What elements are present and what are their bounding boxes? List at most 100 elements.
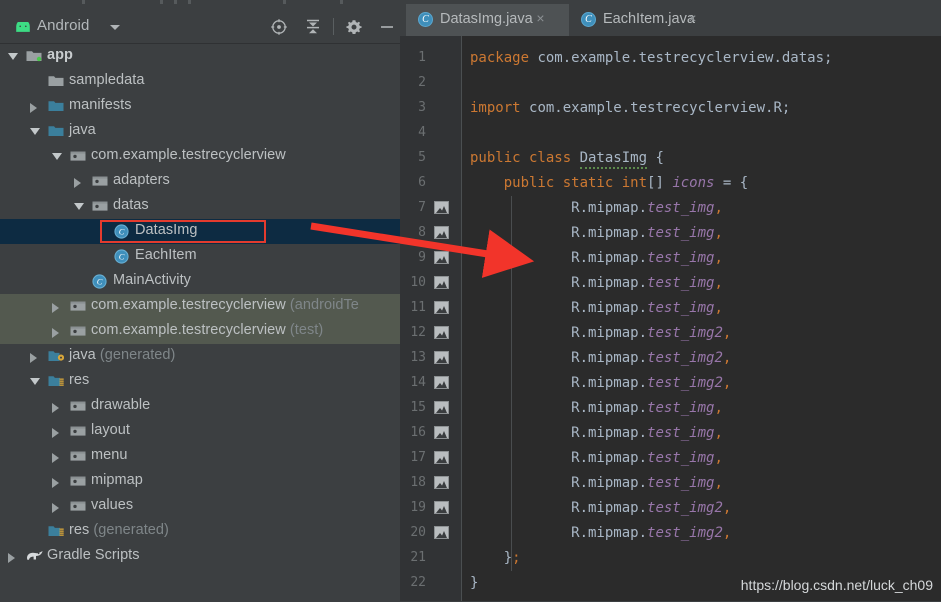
line-number: 4 — [418, 125, 426, 140]
tree-row-com-example-testrecyclerview[interactable]: com.example.testrecyclerview (androidTe — [0, 294, 400, 319]
chevron-right-icon[interactable] — [52, 503, 59, 513]
image-preview-gutter-icon[interactable] — [434, 301, 449, 314]
tree-row-eachitem[interactable]: C EachItem — [0, 244, 400, 269]
minimize-icon[interactable] — [378, 18, 396, 36]
android-studio-window: Android app sampledata manifests java co… — [0, 0, 941, 601]
line-number: 19 — [410, 500, 426, 515]
image-preview-gutter-icon[interactable] — [434, 501, 449, 514]
image-preview-gutter-icon[interactable] — [434, 326, 449, 339]
image-preview-gutter-icon[interactable] — [434, 476, 449, 489]
tree-row-com-example-testrecyclerview[interactable]: com.example.testrecyclerview (test) — [0, 319, 400, 344]
image-preview-gutter-icon[interactable] — [434, 251, 449, 264]
tree-row-datas[interactable]: datas — [0, 194, 400, 219]
editor-tab-datasimg-java[interactable]: C DatasImg.java × — [406, 4, 569, 36]
tree-row-layout[interactable]: layout — [0, 419, 400, 444]
code-line: import com.example.testrecyclerview.R; — [470, 100, 791, 116]
chevron-right-icon[interactable] — [52, 303, 59, 313]
tree-row-sampledata[interactable]: sampledata — [0, 69, 400, 94]
line-number: 1 — [418, 50, 426, 65]
tree-row-app[interactable]: app — [0, 44, 400, 69]
close-icon[interactable]: × — [534, 11, 547, 25]
project-tree[interactable]: app sampledata manifests java com.example.te… — [0, 44, 400, 602]
collapse-all-icon[interactable] — [304, 18, 322, 36]
chevron-right-icon[interactable] — [52, 478, 59, 488]
folder-blue-icon — [48, 99, 64, 117]
tree-row-mipmap[interactable]: mipmap — [0, 469, 400, 494]
folder-module-icon — [26, 49, 42, 67]
tree-row-label: drawable — [91, 397, 151, 413]
tree-row-menu[interactable]: menu — [0, 444, 400, 469]
image-preview-gutter-icon[interactable] — [434, 401, 449, 414]
tree-row-gradle-scripts[interactable]: Gradle Scripts — [0, 544, 400, 569]
tree-row-adapters[interactable]: adapters — [0, 169, 400, 194]
chevron-right-icon[interactable] — [8, 553, 15, 563]
line-number: 9 — [418, 250, 426, 265]
editor-tab-label: DatasImg.java — [440, 11, 533, 27]
tree-row-mainactivity[interactable]: C MainActivity — [0, 269, 400, 294]
package-icon — [70, 499, 86, 517]
code-line: R.mipmap.test_img, — [470, 475, 723, 491]
image-preview-gutter-icon[interactable] — [434, 201, 449, 214]
code-line: R.mipmap.test_img2, — [470, 500, 732, 516]
code-line: R.mipmap.test_img2, — [470, 375, 732, 391]
image-preview-gutter-icon[interactable] — [434, 226, 449, 239]
tree-row-datasimg[interactable]: C DatasImg — [0, 219, 400, 244]
image-preview-gutter-icon[interactable] — [434, 351, 449, 364]
tree-row-manifests[interactable]: manifests — [0, 94, 400, 119]
code-line: R.mipmap.test_img2, — [470, 525, 732, 541]
java-class-icon: C — [114, 224, 129, 244]
tree-row-label: res (generated) — [69, 522, 169, 538]
tree-row-label: EachItem — [135, 247, 197, 263]
svg-text:C: C — [119, 227, 125, 237]
chevron-right-icon[interactable] — [30, 103, 37, 113]
tree-row-values[interactable]: values — [0, 494, 400, 519]
tree-row-java[interactable]: java (generated) — [0, 344, 400, 369]
chevron-right-icon[interactable] — [52, 328, 59, 338]
line-number: 7 — [418, 200, 426, 215]
svg-text:C: C — [119, 252, 125, 262]
chevron-right-icon[interactable] — [74, 178, 81, 188]
settings-gear-icon[interactable] — [345, 18, 363, 36]
editor-tab-eachitem-java[interactable]: C EachItem.java × — [569, 4, 721, 36]
chevron-right-icon[interactable] — [30, 353, 37, 363]
chevron-down-icon[interactable] — [52, 153, 62, 160]
code-line: } — [470, 575, 479, 591]
chevron-down-icon[interactable] — [30, 378, 40, 385]
gradle-icon — [26, 549, 44, 567]
image-preview-gutter-icon[interactable] — [434, 376, 449, 389]
tree-row-com-example-testrecyclerview[interactable]: com.example.testrecyclerview — [0, 144, 400, 169]
tree-row-res[interactable]: res (generated) — [0, 519, 400, 544]
tree-row-label: app — [47, 47, 73, 63]
chevron-down-icon[interactable] — [8, 53, 18, 60]
editor-area: C DatasImg.java × C EachItem.java × 123456789… — [400, 0, 941, 601]
chevron-down-icon[interactable] — [74, 203, 84, 210]
folder-res-icon — [48, 524, 64, 542]
chevron-right-icon[interactable] — [52, 453, 59, 463]
chevron-down-icon[interactable] — [30, 128, 40, 135]
line-number: 10 — [410, 275, 426, 290]
code-editor[interactable]: 1 2 3 4 5 6 7 8 9 10 11 12 13 14 15 16 17 18 19 20 21 22 pack… — [400, 36, 941, 601]
image-preview-gutter-icon[interactable] — [434, 426, 449, 439]
chevron-down-icon[interactable] — [110, 25, 120, 30]
image-preview-gutter-icon[interactable] — [434, 451, 449, 464]
chevron-right-icon[interactable] — [52, 428, 59, 438]
code-line: R.mipmap.test_img, — [470, 425, 723, 441]
tree-row-label: com.example.testrecyclerview — [91, 147, 286, 163]
package-icon — [70, 324, 86, 342]
code-line: public class DatasImg { — [470, 146, 664, 171]
package-icon — [70, 424, 86, 442]
tree-row-drawable[interactable]: drawable — [0, 394, 400, 419]
chevron-right-icon[interactable] — [52, 403, 59, 413]
package-icon — [70, 399, 86, 417]
tree-row-res[interactable]: res — [0, 369, 400, 394]
image-preview-gutter-icon[interactable] — [434, 526, 449, 539]
image-preview-gutter-icon[interactable] — [434, 276, 449, 289]
code-line: R.mipmap.test_img, — [470, 225, 723, 241]
code-line: R.mipmap.test_img, — [470, 450, 723, 466]
tree-row-java[interactable]: java — [0, 119, 400, 144]
tree-row-label: mipmap — [91, 472, 143, 488]
close-icon[interactable]: × — [686, 11, 699, 25]
locate-target-icon[interactable] — [270, 18, 288, 36]
editor-gutter[interactable]: 1 2 3 4 5 6 7 8 9 10 11 12 13 14 15 16 17 18 19 20 21 22 — [400, 36, 462, 601]
tree-row-label: com.example.testrecyclerview (test) — [91, 322, 324, 338]
